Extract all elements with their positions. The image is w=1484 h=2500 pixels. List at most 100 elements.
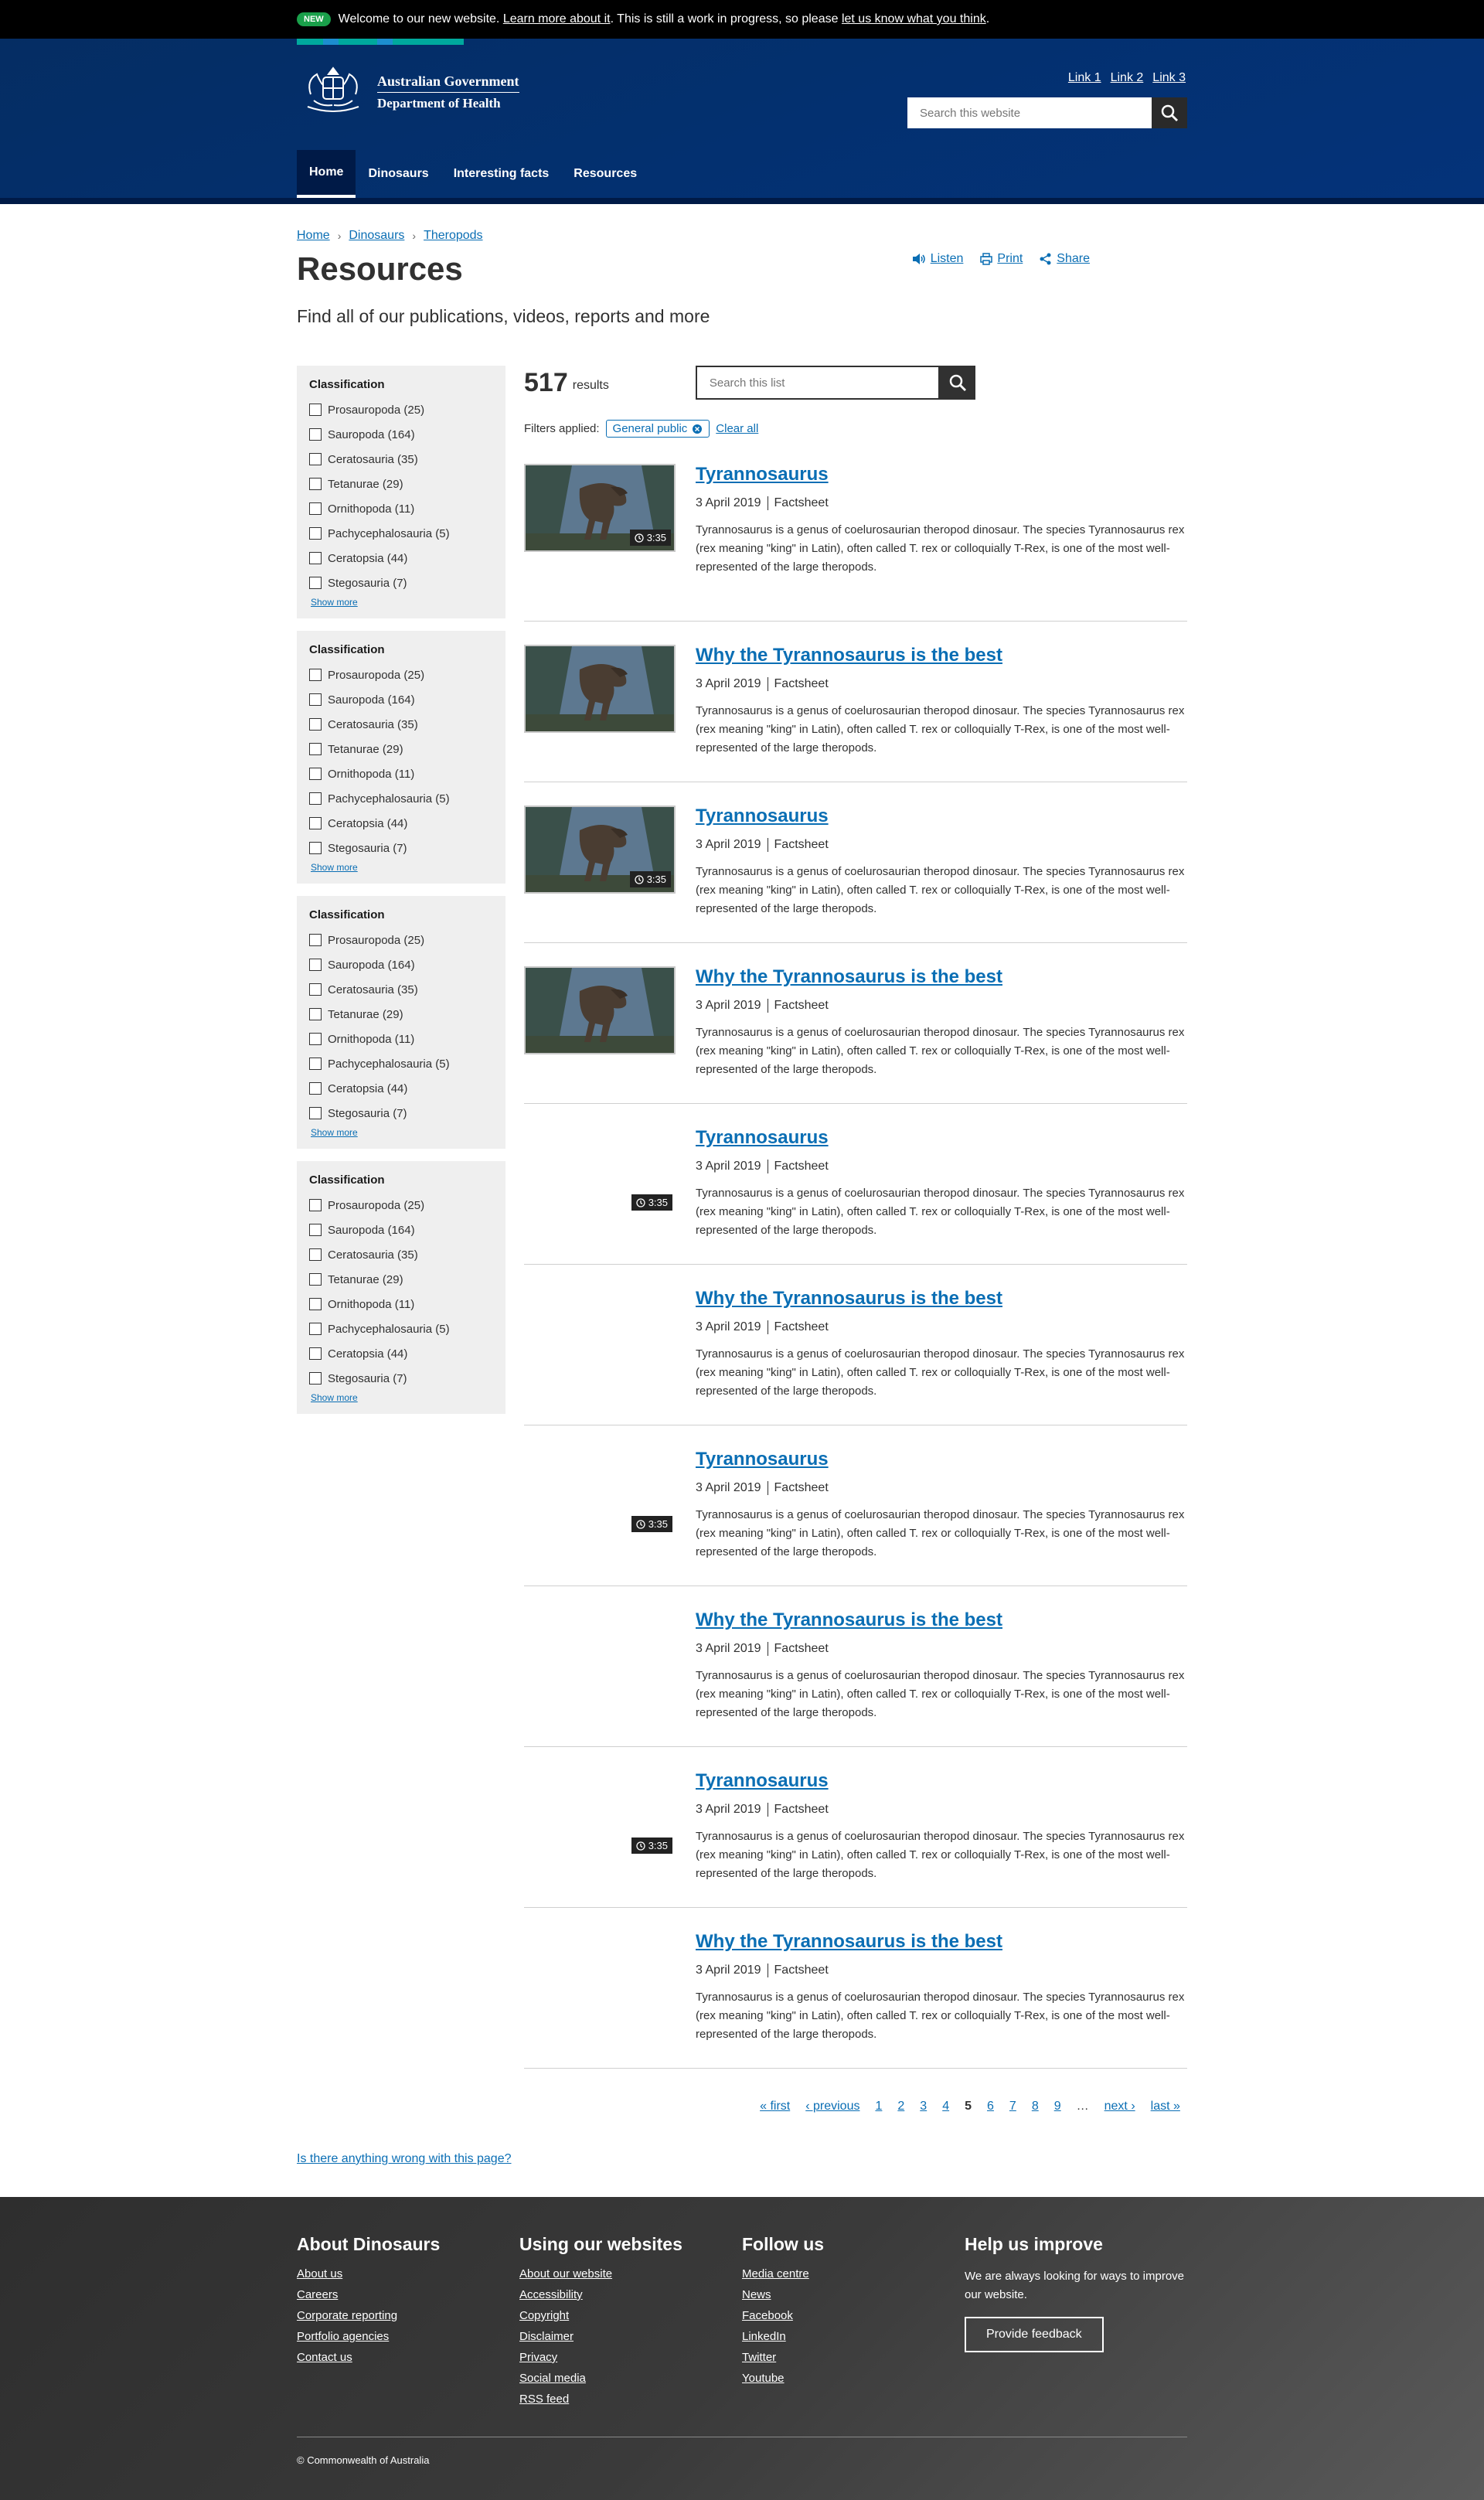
filter-option[interactable]: Prosauropoda (25)	[309, 1193, 493, 1218]
footer-link[interactable]: About our website	[519, 2267, 742, 2280]
checkbox[interactable]	[309, 1273, 322, 1286]
checkbox[interactable]	[309, 693, 322, 706]
nav-home[interactable]: Home	[297, 150, 356, 198]
checkbox[interactable]	[309, 983, 322, 996]
checkbox[interactable]	[309, 1033, 322, 1045]
footer-link[interactable]: Twitter	[742, 2351, 965, 2364]
result-thumbnail[interactable]: 3:35	[524, 464, 676, 552]
page-number[interactable]: 7	[1009, 2100, 1016, 2113]
footer-link[interactable]: Privacy	[519, 2351, 742, 2364]
page-number[interactable]: 4	[942, 2100, 949, 2113]
page-number[interactable]: 3	[920, 2100, 927, 2113]
page-number[interactable]: 8	[1032, 2100, 1039, 2113]
filter-option[interactable]: Stegosauria (7)	[309, 1101, 493, 1126]
footer-link[interactable]: Youtube	[742, 2372, 965, 2385]
checkbox[interactable]	[309, 1107, 322, 1119]
filter-option[interactable]: Pachycephalosauria (5)	[309, 786, 493, 811]
show-more-link[interactable]: Show more	[311, 1392, 493, 1403]
checkbox[interactable]	[309, 1224, 322, 1236]
filter-option[interactable]: Prosauropoda (25)	[309, 928, 493, 952]
filter-option[interactable]: Ornithopoda (11)	[309, 1292, 493, 1316]
checkbox[interactable]	[309, 743, 322, 755]
result-title-link[interactable]: Why the Tyrannosaurus is the best	[696, 645, 1002, 666]
filter-option[interactable]: Prosauropoda (25)	[309, 662, 493, 687]
page-number[interactable]: 2	[897, 2100, 904, 2113]
checkbox[interactable]	[309, 1082, 322, 1095]
result-title-link[interactable]: Tyrannosaurus	[696, 1449, 829, 1470]
result-title-link[interactable]: Tyrannosaurus	[696, 806, 829, 826]
report-problem-link[interactable]: Is there anything wrong with this page?	[297, 2152, 512, 2165]
footer-link[interactable]: RSS feed	[519, 2393, 742, 2406]
checkbox[interactable]	[309, 959, 322, 971]
checkbox[interactable]	[309, 577, 322, 589]
show-more-link[interactable]: Show more	[311, 862, 493, 873]
learn-more-link[interactable]: Learn more about it	[503, 12, 611, 26]
top-link-1[interactable]: Link 1	[1068, 71, 1101, 85]
checkbox[interactable]	[309, 527, 322, 540]
page-next[interactable]: next ›	[1104, 2100, 1135, 2113]
filter-option[interactable]: Tetanurae (29)	[309, 472, 493, 496]
footer-link[interactable]: Careers	[297, 2288, 519, 2301]
checkbox[interactable]	[309, 1058, 322, 1070]
top-link-3[interactable]: Link 3	[1152, 71, 1186, 85]
filter-option[interactable]: Sauropoda (164)	[309, 952, 493, 977]
result-thumbnail[interactable]	[524, 1609, 676, 1698]
nav-dinosaurs[interactable]: Dinosaurs	[356, 150, 441, 198]
filter-option[interactable]: Ceratosauria (35)	[309, 1242, 493, 1267]
nav-resources[interactable]: Resources	[561, 150, 649, 198]
filter-option[interactable]: Stegosauria (7)	[309, 836, 493, 860]
result-title-link[interactable]: Why the Tyrannosaurus is the best	[696, 966, 1002, 987]
result-thumbnail[interactable]	[524, 1288, 676, 1376]
footer-link[interactable]: Copyright	[519, 2309, 742, 2322]
result-thumbnail[interactable]	[524, 966, 676, 1054]
footer-link[interactable]: Media centre	[742, 2267, 965, 2280]
footer-link[interactable]: Contact us	[297, 2351, 519, 2364]
filter-option[interactable]: Ceratosauria (35)	[309, 712, 493, 737]
feedback-notice-link[interactable]: let us know what you think	[842, 12, 986, 26]
show-more-link[interactable]: Show more	[311, 597, 493, 608]
breadcrumb-theropods[interactable]: Theropods	[424, 229, 483, 243]
footer-link[interactable]: Portfolio agencies	[297, 2330, 519, 2343]
checkbox[interactable]	[309, 1323, 322, 1335]
footer-link[interactable]: Facebook	[742, 2309, 965, 2322]
footer-link[interactable]: About us	[297, 2267, 519, 2280]
result-title-link[interactable]: Why the Tyrannosaurus is the best	[696, 1288, 1002, 1309]
footer-link[interactable]: Corporate reporting	[297, 2309, 519, 2322]
filter-option[interactable]: Stegosauria (7)	[309, 1366, 493, 1391]
checkbox[interactable]	[309, 934, 322, 946]
checkbox[interactable]	[309, 842, 322, 854]
filter-option[interactable]: Pachycephalosauria (5)	[309, 521, 493, 546]
filter-option[interactable]: Tetanurae (29)	[309, 1267, 493, 1292]
filter-option[interactable]: Sauropoda (164)	[309, 422, 493, 447]
list-search-button[interactable]	[939, 366, 975, 400]
breadcrumb-dinosaurs[interactable]: Dinosaurs	[349, 229, 404, 243]
filter-option[interactable]: Ceratosauria (35)	[309, 447, 493, 472]
checkbox[interactable]	[309, 1199, 322, 1211]
footer-link[interactable]: Accessibility	[519, 2288, 742, 2301]
filter-option[interactable]: Ceratosauria (35)	[309, 977, 493, 1002]
result-thumbnail[interactable]	[524, 645, 676, 733]
result-thumbnail[interactable]	[524, 1931, 676, 2019]
result-thumbnail[interactable]: 3:35	[524, 1449, 676, 1537]
page-last[interactable]: last »	[1151, 2100, 1180, 2113]
print-button[interactable]: Print	[980, 252, 1023, 266]
nav-interesting-facts[interactable]: Interesting facts	[441, 150, 562, 198]
result-thumbnail[interactable]: 3:35	[524, 806, 676, 894]
list-search-input[interactable]	[695, 366, 940, 400]
checkbox[interactable]	[309, 552, 322, 564]
show-more-link[interactable]: Show more	[311, 1127, 493, 1138]
filter-option[interactable]: Ceratopsia (44)	[309, 1076, 493, 1101]
result-thumbnail[interactable]: 3:35	[524, 1770, 676, 1858]
checkbox[interactable]	[309, 453, 322, 465]
filter-option[interactable]: Tetanurae (29)	[309, 737, 493, 761]
checkbox[interactable]	[309, 404, 322, 416]
filter-option[interactable]: Tetanurae (29)	[309, 1002, 493, 1027]
checkbox[interactable]	[309, 1298, 322, 1310]
footer-link[interactable]: News	[742, 2288, 965, 2301]
checkbox[interactable]	[309, 1008, 322, 1020]
footer-link[interactable]: Disclaimer	[519, 2330, 742, 2343]
result-title-link[interactable]: Why the Tyrannosaurus is the best	[696, 1609, 1002, 1630]
checkbox[interactable]	[309, 1347, 322, 1360]
top-link-2[interactable]: Link 2	[1111, 71, 1144, 85]
page-previous[interactable]: ‹ previous	[805, 2100, 859, 2113]
